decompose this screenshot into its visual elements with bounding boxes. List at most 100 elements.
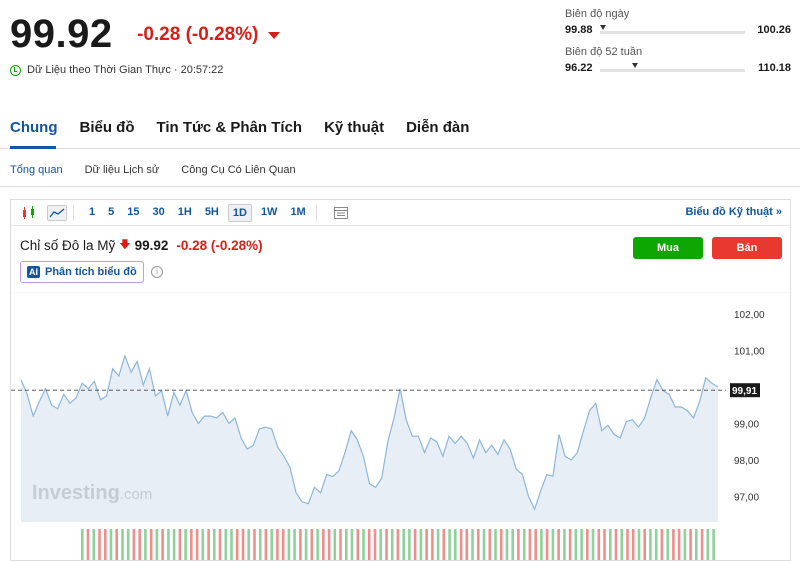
timeframe-1h[interactable]: 1H (174, 204, 196, 222)
subtab-overview[interactable]: Tổng quan (10, 164, 63, 176)
timeframe-1d[interactable]: 1D (227, 203, 252, 222)
volume-bar (132, 529, 136, 560)
volume-bar (580, 529, 583, 560)
chart-change: -0.28 (-0.28%) (176, 238, 263, 253)
ai-analysis-button[interactable]: AI Phân tích biểu đồ (20, 261, 144, 283)
volume-bar (471, 529, 474, 560)
y-tick-label: 97,00 (734, 492, 759, 503)
volume-bar (459, 529, 463, 560)
volume-bar (517, 529, 520, 560)
volume-bar (149, 529, 153, 560)
volume-bar (155, 529, 159, 560)
ai-analysis-label: Phân tích biểu đồ (45, 266, 137, 278)
volume-bar (316, 529, 319, 560)
active-tab-underline (10, 146, 56, 149)
volume-bar (586, 529, 589, 560)
volume-bar (603, 529, 606, 560)
volume-bar (385, 529, 388, 560)
area-chart-icon[interactable] (47, 204, 67, 221)
timeframe-5[interactable]: 5 (104, 204, 118, 222)
volume-bar (339, 529, 342, 560)
timeframe-buttons: 1 5 15 30 1H 5H 1D 1W 1M (80, 203, 310, 222)
subtab-tools[interactable]: Công Cụ Có Liên Quan (181, 164, 295, 176)
volume-bar (379, 529, 382, 560)
volume-bar (104, 529, 107, 560)
volume-bar (597, 529, 601, 560)
volume-bar (258, 529, 262, 560)
info-icon[interactable]: i (151, 266, 163, 278)
volume-bar (184, 529, 187, 560)
volume-bar (448, 529, 451, 560)
volume-bar (454, 529, 457, 560)
volume-bar (138, 529, 141, 560)
week52-range-label: Biên độ 52 tuần (565, 46, 643, 58)
volume-bar (465, 529, 469, 560)
chart-toolbar: 1 5 15 30 1H 5H 1D 1W 1M Biểu đồ Kỹ thuật » (11, 200, 790, 226)
tab-news[interactable]: Tin Tức & Phân Tích (156, 119, 302, 136)
volume-bar (557, 529, 560, 560)
volume-bars (81, 529, 715, 560)
price-chart[interactable]: 102,00 101,00 99,00 98,00 97,00 99,91 Invest… (11, 292, 790, 560)
volume-bar (620, 529, 623, 560)
down-triangle-icon (268, 31, 281, 39)
y-tick-label: 99,00 (734, 419, 759, 430)
volume-bar (161, 529, 164, 560)
volume-bar (631, 529, 635, 560)
timeframe-1w[interactable]: 1W (257, 204, 282, 222)
volume-bar (494, 529, 497, 560)
price-change: -0.28 (-0.28%) (137, 24, 281, 46)
volume-bar (144, 529, 147, 560)
y-tick-label: 102,00 (734, 310, 765, 321)
realtime-text: Dữ Liệu theo Thời Gian Thực · 20:57:22 (27, 64, 224, 76)
toolbar-separator (315, 204, 317, 221)
volume-bar (477, 529, 480, 560)
volume-bar (643, 529, 646, 560)
volume-bar (626, 529, 629, 560)
realtime-status: Dữ Liệu theo Thời Gian Thực · 20:57:22 (10, 64, 223, 76)
volume-bar (115, 529, 118, 560)
volume-bar (413, 529, 417, 560)
timeframe-1m[interactable]: 1M (286, 204, 309, 222)
volume-bar (712, 529, 715, 560)
day-range-marker (600, 25, 606, 30)
volume-bar (310, 529, 314, 560)
day-range-bar (600, 31, 745, 34)
volume-bar (350, 529, 354, 560)
volume-bar (689, 529, 692, 560)
tab-chart[interactable]: Biểu đồ (79, 119, 134, 136)
timeframe-15[interactable]: 15 (123, 204, 143, 222)
volume-bar (333, 529, 337, 560)
subtab-history[interactable]: Dữ liệu Lịch sử (85, 164, 160, 176)
tab-general[interactable]: Chung (10, 119, 57, 136)
y-tick-label: 98,00 (734, 456, 759, 467)
volume-bar (224, 529, 228, 560)
volume-bar (373, 529, 377, 560)
volume-bar (109, 529, 113, 560)
candlestick-icon[interactable] (19, 205, 39, 221)
tab-technical[interactable]: Kỹ thuật (324, 119, 384, 136)
instrument-name: Chỉ số Đô la Mỹ (20, 238, 116, 253)
volume-bar (121, 529, 124, 560)
technical-chart-link[interactable]: Biểu đồ Kỹ thuật » (685, 206, 782, 218)
current-price-label: 99,91 (732, 386, 757, 397)
volume-bar (574, 529, 578, 560)
volume-bar (264, 529, 268, 560)
volume-bar (253, 529, 256, 560)
timeframe-30[interactable]: 30 (149, 204, 169, 222)
volume-bar (322, 529, 325, 560)
timeframe-1[interactable]: 1 (85, 204, 99, 222)
volume-bar (172, 529, 176, 560)
sell-button[interactable]: Bán (712, 237, 782, 259)
sub-tabs: Tổng quan Dữ liệu Lịch sử Công Cụ Có Liê… (10, 164, 296, 176)
volume-bar (230, 529, 233, 560)
volume-bar (672, 529, 675, 560)
volume-bar (540, 529, 543, 560)
timeframe-5h[interactable]: 5H (201, 204, 223, 222)
buy-button[interactable]: Mua (633, 237, 703, 259)
week52-range-bar (600, 69, 745, 72)
tab-forum[interactable]: Diễn đàn (406, 119, 469, 136)
layout-icon[interactable] (331, 205, 351, 221)
volume-bar (436, 529, 440, 560)
volume-bar (695, 529, 698, 560)
volume-bar (201, 529, 205, 560)
